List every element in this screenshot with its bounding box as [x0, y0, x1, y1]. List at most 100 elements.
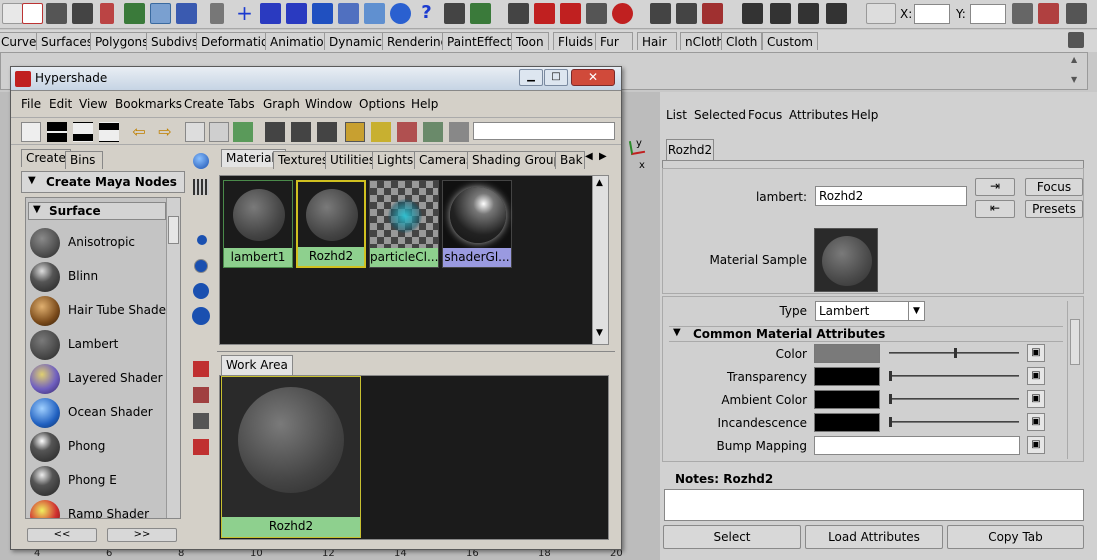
swatch-shaderglow[interactable]: shaderGl...	[442, 180, 512, 268]
menu-graph[interactable]: Graph	[263, 97, 300, 111]
select-by-hierarchy-icon[interactable]	[2, 3, 23, 24]
grid-icon[interactable]	[193, 179, 209, 195]
node-ocean-shader[interactable]: Ocean Shader	[26, 396, 166, 430]
pane-divider[interactable]	[217, 351, 615, 353]
scroll-up-icon[interactable]: ▲	[596, 178, 603, 188]
minimize-button[interactable]: ▁	[519, 69, 543, 86]
shelf-tab-polygons[interactable]: Polygons	[90, 32, 154, 50]
help-icon[interactable]: ?	[416, 3, 437, 24]
load-attributes-button[interactable]: Load Attributes	[805, 525, 943, 549]
next-button[interactable]: >>	[107, 528, 177, 542]
arrow-left-icon[interactable]: ⇦	[129, 122, 149, 142]
small-swatch-icon[interactable]	[197, 235, 207, 245]
collapse-icon[interactable]: ▼	[33, 204, 41, 215]
hierarchy-mode-icon[interactable]	[124, 3, 145, 24]
object-mode-icon[interactable]	[150, 3, 171, 24]
menu-help[interactable]: Help	[411, 97, 438, 111]
incandescence-swatch[interactable]	[814, 413, 880, 432]
tab-bake[interactable]: Bak	[555, 151, 585, 169]
render-current-icon[interactable]	[770, 3, 791, 24]
node-phong[interactable]: Phong	[26, 430, 166, 464]
hypershade-title-bar[interactable]: Hypershade ▁ □ ✕	[11, 67, 621, 91]
shelf-scroll-down-icon[interactable]: ▼	[1071, 75, 1077, 84]
map-button-icon[interactable]: ▣	[1027, 344, 1045, 362]
open-scene-icon[interactable]	[46, 3, 67, 24]
menu-create[interactable]: Create	[184, 97, 224, 111]
node-name-field[interactable]: Rozhd2	[815, 186, 967, 206]
scroll-down-icon[interactable]: ▼	[596, 328, 603, 338]
incandescence-slider-thumb[interactable]	[889, 417, 892, 427]
shelf-tab-surfaces[interactable]: Surfaces	[36, 32, 98, 50]
scroll-thumb[interactable]	[1070, 319, 1080, 365]
menu-window[interactable]: Window	[305, 97, 352, 111]
menu-attributes[interactable]: Attributes	[789, 108, 848, 122]
input-ops-icon[interactable]	[650, 3, 671, 24]
show-top-icon[interactable]	[99, 122, 119, 142]
shelf-tab-toon[interactable]: Toon	[511, 32, 549, 50]
color-swatch[interactable]	[814, 344, 880, 363]
menu-bookmarks[interactable]: Bookmarks	[115, 97, 182, 111]
tab-lights[interactable]: Lights	[372, 151, 419, 169]
sort-type-icon[interactable]	[193, 387, 209, 403]
swatch-list-icon[interactable]	[449, 122, 469, 142]
type-dropdown[interactable]: Lambert ▼	[815, 301, 925, 321]
medium-swatch-icon[interactable]	[194, 259, 208, 273]
focus-input-icon[interactable]: ⇥	[975, 178, 1015, 196]
swatch-rozhd2[interactable]: Rozhd2	[296, 180, 366, 268]
surface-icon[interactable]	[286, 3, 307, 24]
curve-icon[interactable]	[260, 3, 281, 24]
create-maya-nodes-header[interactable]: ▼ Create Maya Nodes	[21, 171, 185, 193]
menu-file[interactable]: File	[21, 97, 41, 111]
tab-create[interactable]: Create	[21, 149, 71, 167]
notes-field[interactable]	[664, 489, 1084, 521]
snap-point-icon[interactable]	[560, 3, 581, 24]
menu-edit[interactable]: Edit	[49, 97, 72, 111]
layout-icon[interactable]	[345, 122, 365, 142]
search-field[interactable]	[473, 122, 615, 140]
map-button-icon[interactable]: ▣	[1027, 436, 1045, 454]
render-settings-icon[interactable]	[826, 3, 847, 24]
shelf-tab-hair[interactable]: Hair	[637, 32, 677, 50]
material-icon[interactable]	[193, 153, 209, 169]
construction-history-icon[interactable]	[702, 3, 723, 24]
category-header[interactable]: ▼ Surface	[28, 202, 166, 220]
focus-output-icon[interactable]: ⇤	[975, 200, 1015, 218]
shelf-tab-fluids[interactable]: Fluids	[553, 32, 599, 50]
menu-help[interactable]: Help	[851, 108, 878, 122]
trash-icon[interactable]	[1068, 32, 1084, 48]
close-button[interactable]: ✕	[571, 69, 615, 86]
bin-scrollbar[interactable]: ▲ ▼	[592, 176, 608, 344]
shelf-tab-custom[interactable]: Custom	[762, 32, 818, 50]
map-button-icon[interactable]: ▣	[1027, 390, 1045, 408]
attribute-editor-toggle-icon[interactable]	[1012, 3, 1033, 24]
tab-scroll-left-icon[interactable]: ◀	[585, 151, 593, 162]
new-scene-icon[interactable]	[22, 3, 43, 24]
x-field[interactable]	[914, 4, 950, 24]
component-mode-icon[interactable]	[176, 3, 197, 24]
node-lambert[interactable]: Lambert	[26, 328, 166, 362]
node-blinn[interactable]: Blinn	[26, 260, 166, 294]
collapse-icon[interactable]: ▼	[28, 175, 36, 186]
node-tab-rozhd2[interactable]: Rozhd2	[666, 139, 714, 161]
materials-bin[interactable]: lambert1 Rozhd2 particleCl... shaderGl..…	[219, 175, 609, 345]
presets-button[interactable]: Presets	[1025, 200, 1083, 218]
section-header[interactable]: ▼ Common Material Attributes	[669, 326, 1063, 342]
channel-box-icon[interactable]	[1038, 3, 1059, 24]
y-field[interactable]	[970, 4, 1006, 24]
render-view-icon[interactable]	[742, 3, 763, 24]
menu-view[interactable]: View	[79, 97, 107, 111]
polygon-icon[interactable]	[312, 3, 333, 24]
output-connections-icon[interactable]	[317, 122, 337, 142]
work-area[interactable]: Rozhd2	[219, 375, 609, 540]
tab-bins[interactable]: Bins	[65, 151, 103, 169]
shelf-scroll-up-icon[interactable]: ▲	[1071, 55, 1077, 64]
deformer-icon[interactable]	[338, 3, 359, 24]
tool-settings-icon[interactable]	[1066, 3, 1087, 24]
show-top-and-bottom-icon[interactable]	[47, 122, 67, 142]
clear-graph-icon[interactable]	[185, 122, 205, 142]
tab-scroll-right-icon[interactable]: ▶	[599, 151, 607, 162]
shelf-tab-cloth[interactable]: Cloth	[721, 32, 763, 50]
toggle-panel-icon[interactable]	[21, 122, 41, 142]
menu-options[interactable]: Options	[359, 97, 405, 111]
select-button[interactable]: Select	[663, 525, 801, 549]
